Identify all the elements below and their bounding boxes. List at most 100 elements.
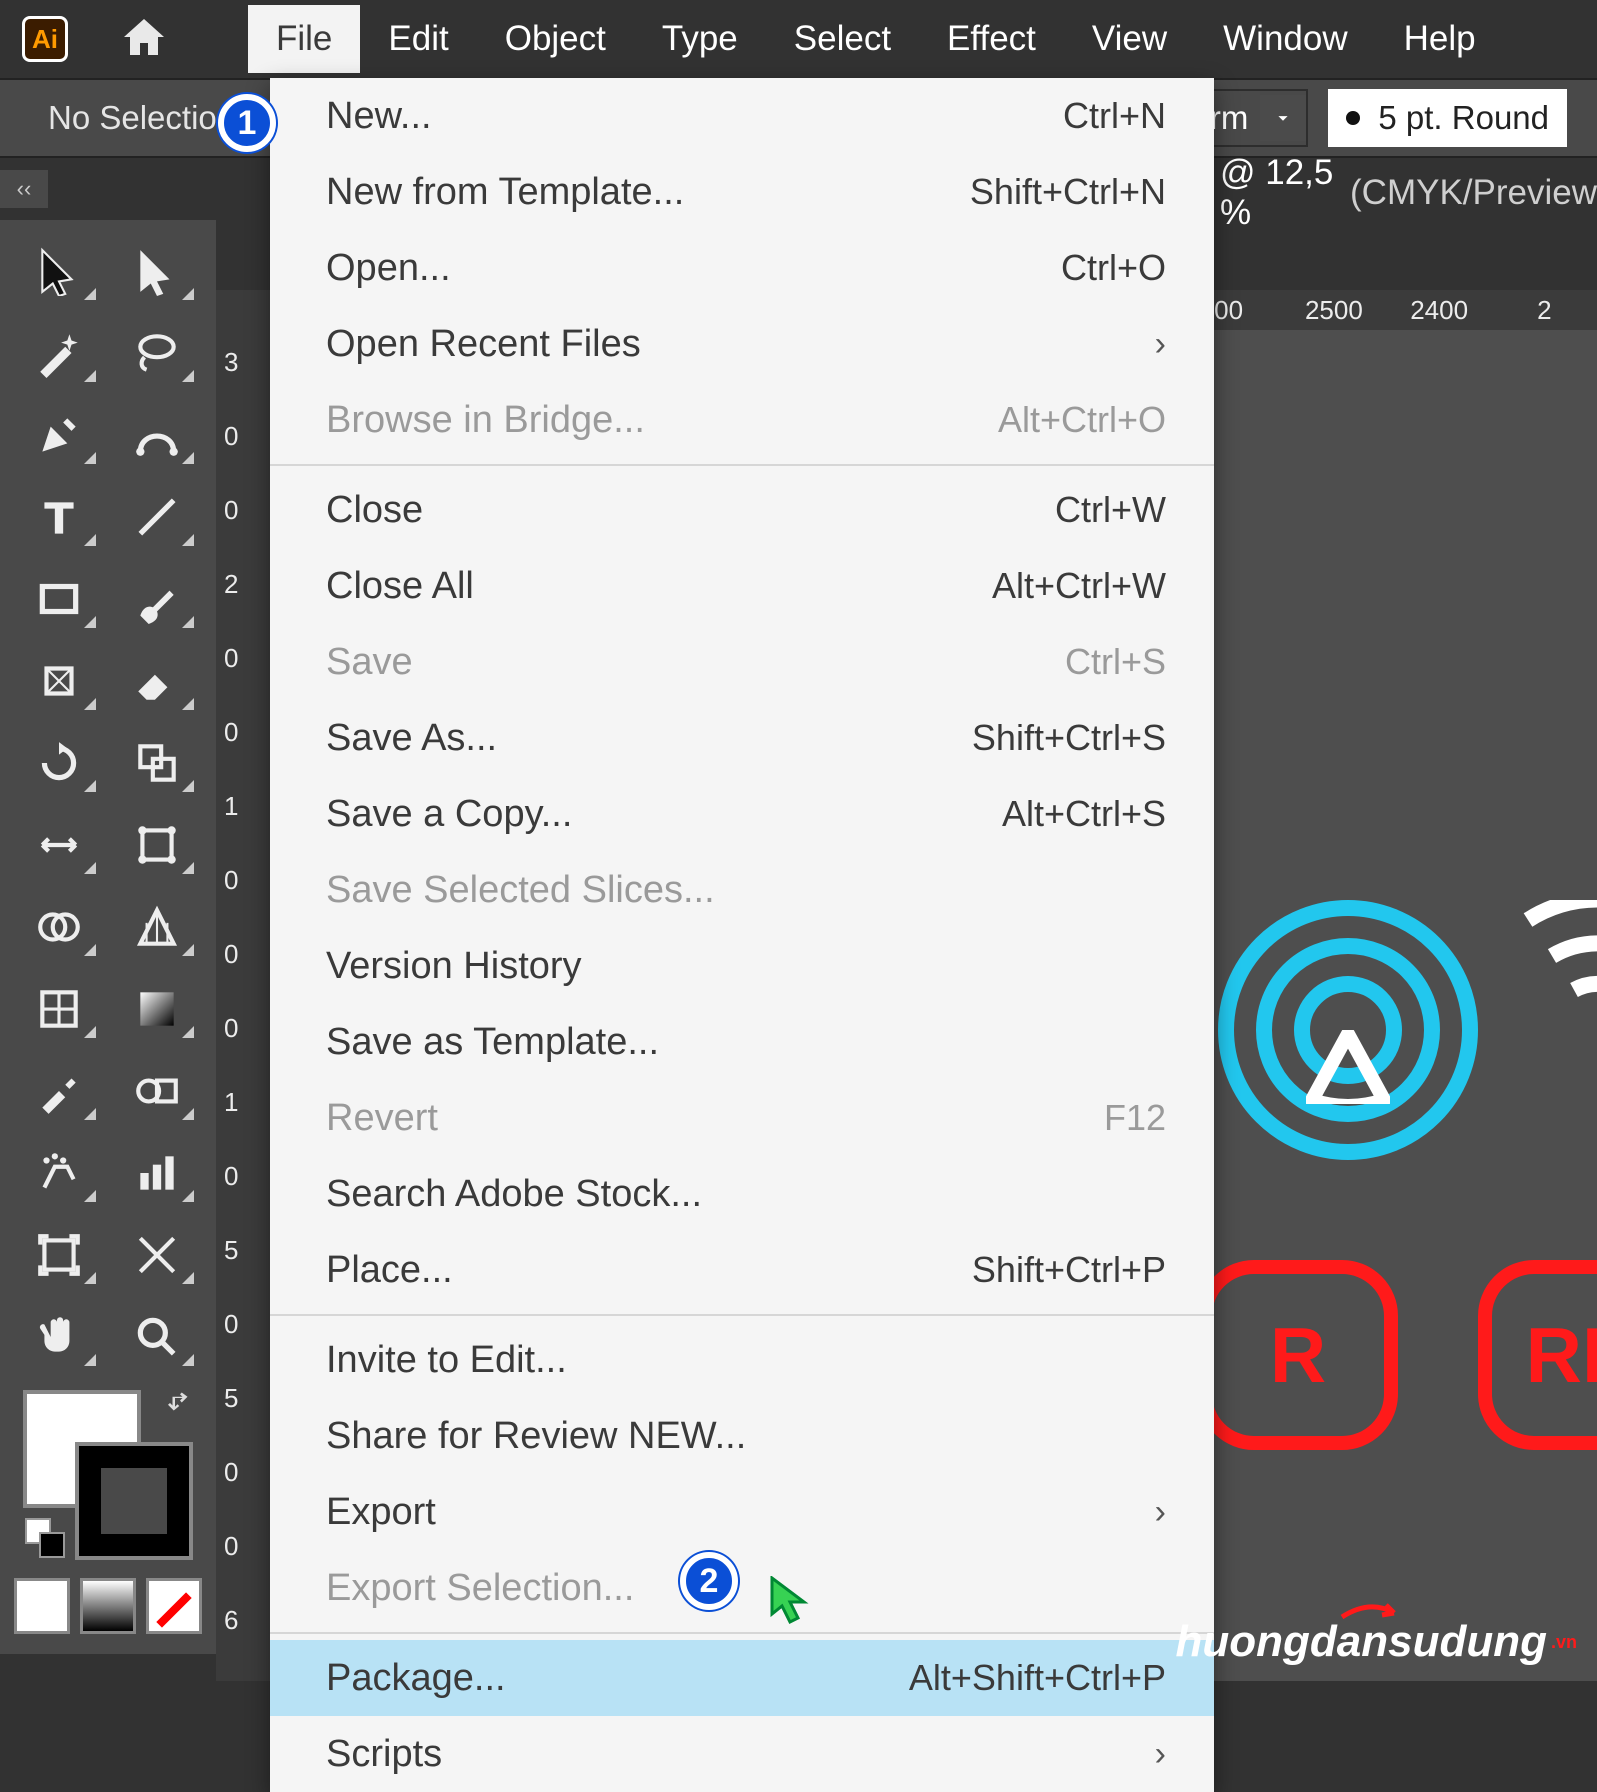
menu-item-label: Version History <box>326 942 582 990</box>
menu-item-shortcut: Alt+Ctrl+O <box>998 396 1166 444</box>
gradient-tool[interactable] <box>110 970 204 1048</box>
menu-effect[interactable]: Effect <box>919 5 1064 73</box>
menu-edit[interactable]: Edit <box>360 5 476 73</box>
menu-item-package[interactable]: Package...Alt+Shift+Ctrl+P <box>270 1640 1214 1716</box>
shaper-tool[interactable] <box>12 642 106 720</box>
watermark-text: huongdansudung <box>1176 1617 1547 1667</box>
menu-item-shortcut: Shift+Ctrl+S <box>972 714 1166 762</box>
magic-wand-tool[interactable] <box>12 314 106 392</box>
menu-item-share-for-review-new[interactable]: Share for Review NEW... <box>270 1398 1214 1474</box>
perspective-grid-tool[interactable] <box>110 888 204 966</box>
line-segment-tool[interactable] <box>110 478 204 556</box>
callout-badge-2: 2 <box>680 1552 738 1610</box>
shape-builder-tool[interactable] <box>12 888 106 966</box>
menu-item-new[interactable]: New...Ctrl+N <box>270 78 1214 154</box>
menu-item-invite-to-edit[interactable]: Invite to Edit... <box>270 1322 1214 1398</box>
none-chip[interactable] <box>146 1578 202 1634</box>
eraser-tool[interactable] <box>110 642 204 720</box>
menu-item-revert: Revert F12 <box>270 1080 1214 1156</box>
menu-type[interactable]: Type <box>634 5 766 73</box>
menu-item-shortcut: Ctrl+O <box>1061 244 1166 292</box>
chevron-right-icon: › <box>1155 1488 1166 1536</box>
direct-selection-tool[interactable] <box>110 232 204 310</box>
menu-item-export-selection: Export Selection... <box>270 1550 1214 1626</box>
menu-item-place[interactable]: Place...Shift+Ctrl+P <box>270 1232 1214 1308</box>
menu-item-save-as-template[interactable]: Save as Template... <box>270 1004 1214 1080</box>
draw-mode-row <box>14 1578 202 1634</box>
menu-item-shortcut: Ctrl+N <box>1063 92 1166 140</box>
curvature-tool[interactable] <box>110 396 204 474</box>
ruler-mark: 0 <box>224 1016 270 1040</box>
column-graph-tool[interactable] <box>110 1134 204 1212</box>
menu-item-export[interactable]: Export › <box>270 1474 1214 1550</box>
ruler-mark: 2400 <box>1387 295 1492 326</box>
no-selection-label: No Selection <box>48 99 235 137</box>
rotate-tool[interactable] <box>12 724 106 802</box>
menu-item-label: Open Recent Files <box>326 320 641 368</box>
blend-tool[interactable] <box>110 1052 204 1130</box>
paintbrush-tool[interactable] <box>110 560 204 638</box>
menu-help[interactable]: Help <box>1376 5 1504 73</box>
eyedropper-tool[interactable] <box>12 1052 106 1130</box>
ruler-vertical: 300200100010505006 <box>216 330 278 1681</box>
menu-item-label: Revert <box>326 1094 438 1142</box>
menu-item-scripts[interactable]: Scripts› <box>270 1716 1214 1792</box>
menu-item-search-adobe-stock[interactable]: Search Adobe Stock... <box>270 1156 1214 1232</box>
free-transform-tool[interactable] <box>110 806 204 884</box>
menu-item-open[interactable]: Open...Ctrl+O <box>270 230 1214 306</box>
zoom-tool[interactable] <box>110 1298 204 1376</box>
menu-item-shortcut: Alt+Shift+Ctrl+P <box>909 1654 1166 1702</box>
ruler-mark: 2500 <box>1281 295 1386 326</box>
stroke-label: 5 pt. Round <box>1378 99 1549 137</box>
file-menu-dropdown: New...Ctrl+NNew from Template...Shift+Ct… <box>270 78 1214 1792</box>
pen-tool[interactable] <box>12 396 106 474</box>
selection-tool[interactable] <box>12 232 106 310</box>
stroke-swatch[interactable] <box>75 1442 193 1560</box>
rectangle-tool[interactable] <box>12 560 106 638</box>
menu-item-shortcut: F12 <box>1104 1094 1166 1142</box>
menu-item-save: SaveCtrl+S <box>270 624 1214 700</box>
hand-tool[interactable] <box>12 1298 106 1376</box>
menu-item-save-a-copy[interactable]: Save a Copy...Alt+Ctrl+S <box>270 776 1214 852</box>
menu-item-save-as[interactable]: Save As...Shift+Ctrl+S <box>270 700 1214 776</box>
menu-item-label: Scripts <box>326 1730 442 1778</box>
ruler-mark: 5 <box>224 1238 270 1262</box>
menu-item-close-all[interactable]: Close AllAlt+Ctrl+W <box>270 548 1214 624</box>
menu-item-shortcut: Ctrl+W <box>1055 486 1166 534</box>
menu-object[interactable]: Object <box>477 5 634 73</box>
menu-item-close[interactable]: CloseCtrl+W <box>270 472 1214 548</box>
menu-item-open-recent-files[interactable]: Open Recent Files› <box>270 306 1214 382</box>
tools-panel <box>0 220 216 1654</box>
symbol-sprayer-tool[interactable] <box>12 1134 106 1212</box>
slice-tool[interactable] <box>110 1216 204 1294</box>
fill-stroke-swatch[interactable] <box>23 1390 193 1560</box>
home-icon[interactable] <box>120 13 168 66</box>
menu-select[interactable]: Select <box>766 5 919 73</box>
stroke-profile[interactable]: 5 pt. Round <box>1328 89 1567 147</box>
scale-tool[interactable] <box>110 724 204 802</box>
app-logo: Ai <box>22 16 68 62</box>
gradient-chip[interactable] <box>80 1578 136 1634</box>
mesh-tool[interactable] <box>12 970 106 1048</box>
menu-view[interactable]: View <box>1064 5 1195 73</box>
menu-item-shortcut: Alt+Ctrl+W <box>992 562 1166 610</box>
ruler-mark: 0 <box>224 498 270 522</box>
color-chip[interactable] <box>14 1578 70 1634</box>
menu-file[interactable]: File <box>248 5 360 73</box>
menu-item-save-selected-slices: Save Selected Slices... <box>270 852 1214 928</box>
swap-fill-stroke-icon[interactable] <box>165 1388 195 1418</box>
chevron-down-icon <box>1260 95 1306 141</box>
menu-item-new-from-template[interactable]: New from Template...Shift+Ctrl+N <box>270 154 1214 230</box>
artboard-tool[interactable] <box>12 1216 106 1294</box>
width-tool[interactable] <box>12 806 106 884</box>
menu-item-version-history[interactable]: Version History <box>270 928 1214 1004</box>
menu-item-label: Place... <box>326 1246 453 1294</box>
default-fill-stroke-icon[interactable] <box>25 1518 65 1558</box>
menu-window[interactable]: Window <box>1195 5 1375 73</box>
lasso-tool[interactable] <box>110 314 204 392</box>
panel-collapse-tab[interactable]: ‹‹ <box>0 170 48 208</box>
watermark-suffix: .vn <box>1551 1632 1577 1653</box>
menu-item-label: Export <box>326 1488 436 1536</box>
type-tool[interactable] <box>12 478 106 556</box>
artwork-wifi-icon <box>1218 900 1478 1160</box>
